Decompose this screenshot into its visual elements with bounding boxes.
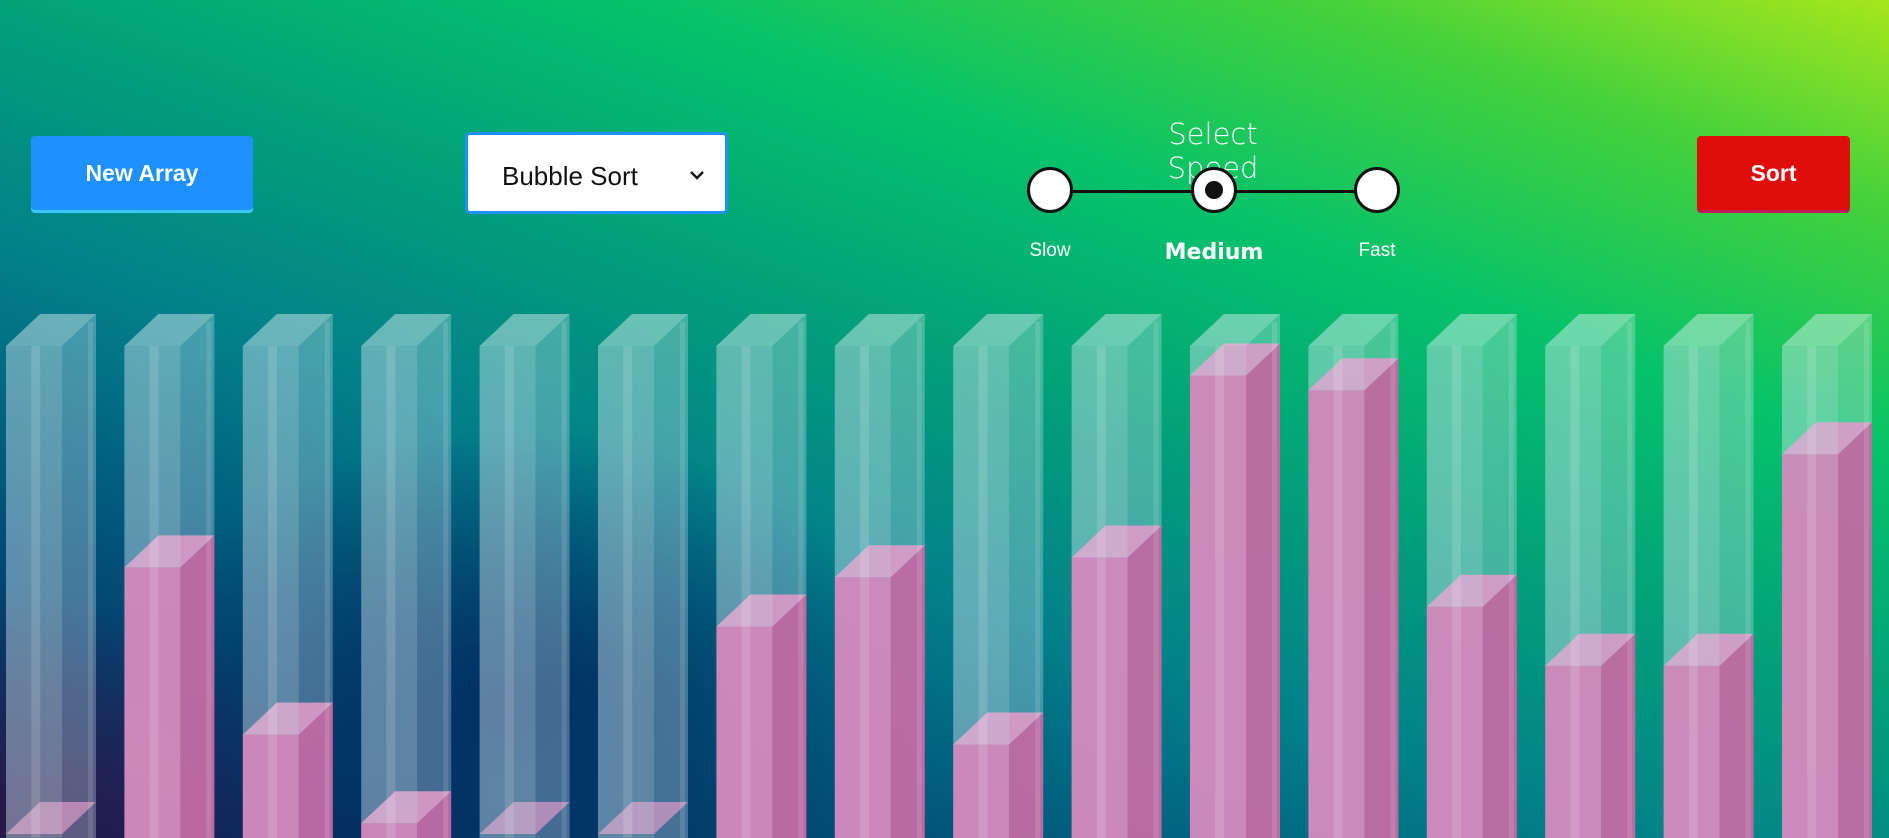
bar-highlight <box>1627 322 1633 838</box>
bar-highlight <box>1745 322 1751 838</box>
array-bar <box>716 314 807 838</box>
array-bar <box>834 314 925 838</box>
bar-highlight <box>1153 322 1159 838</box>
bar-highlight <box>978 346 988 838</box>
array-bars <box>6 314 1872 838</box>
bar-highlight <box>1096 346 1106 838</box>
bar-highlight <box>206 322 212 838</box>
array-bar <box>242 314 333 838</box>
bar-highlight <box>443 322 449 838</box>
bar-highlight <box>1272 322 1277 838</box>
bar-highlight <box>798 322 804 838</box>
bar-highlight <box>1390 322 1396 838</box>
array-bar <box>1190 314 1280 838</box>
bar-highlight <box>1508 322 1514 838</box>
bar-highlight <box>1333 346 1343 838</box>
bar-highlight <box>149 346 159 838</box>
bar-highlight <box>1215 346 1225 838</box>
array-bar <box>1782 314 1872 838</box>
array-bar <box>1071 314 1162 838</box>
bar-highlight <box>860 346 869 838</box>
array-bar <box>124 314 215 838</box>
bar-highlight <box>623 346 633 838</box>
bar-highlight <box>268 346 277 838</box>
bar-highlight <box>741 346 751 838</box>
bar-highlight <box>1807 346 1817 838</box>
array-bar <box>1426 314 1517 838</box>
array-bar <box>361 314 452 838</box>
array-bar <box>479 314 570 838</box>
bar-highlight <box>88 322 93 838</box>
array-bar <box>1308 314 1399 838</box>
bar-highlight <box>386 346 396 838</box>
bar-highlight <box>680 322 685 838</box>
bar-highlight <box>1570 346 1580 838</box>
bar-highlight <box>324 322 330 838</box>
array-bar <box>598 314 688 838</box>
array-bar <box>1663 314 1754 838</box>
bar-highlight <box>561 322 567 838</box>
bar-highlight <box>916 322 922 838</box>
bar-highlight <box>1452 346 1461 838</box>
array-bar <box>953 314 1044 838</box>
bar-highlight <box>1688 346 1698 838</box>
bar-highlight <box>1864 322 1869 838</box>
bar-highlight <box>31 346 41 838</box>
array-bar <box>6 314 96 838</box>
array-bar <box>1545 314 1636 838</box>
bar-highlight <box>1035 322 1041 838</box>
bar-highlight <box>504 346 514 838</box>
